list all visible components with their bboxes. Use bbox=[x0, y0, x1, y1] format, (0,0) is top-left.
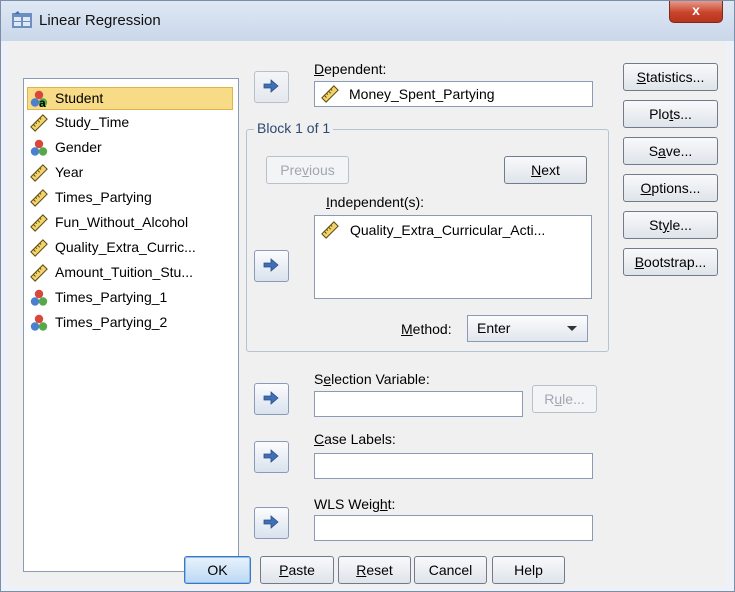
right-arrow-icon bbox=[263, 515, 279, 529]
scale-variable-icon bbox=[30, 239, 48, 257]
variable-item-amount-tuition[interactable]: Amount_Tuition_Stu... bbox=[28, 262, 232, 283]
next-button[interactable]: Next bbox=[504, 156, 587, 184]
variable-item-times-partying[interactable]: Times_Partying bbox=[28, 187, 232, 208]
scale-variable-icon bbox=[30, 189, 48, 207]
plots-button[interactable]: Plots... bbox=[623, 100, 718, 128]
block-title: Block 1 of 1 bbox=[254, 120, 334, 136]
method-label: Method: bbox=[401, 321, 452, 337]
nominal-variable-icon bbox=[30, 289, 48, 307]
dialog-body: a Student Study_Time Gender Year Times_P… bbox=[9, 41, 726, 587]
right-arrow-icon bbox=[263, 79, 279, 93]
move-to-case-labels-button[interactable] bbox=[254, 441, 289, 473]
wls-weight-field[interactable] bbox=[314, 515, 593, 541]
independents-list[interactable]: Quality_Extra_Curricular_Acti... bbox=[314, 215, 592, 299]
case-labels-field[interactable] bbox=[314, 453, 593, 479]
variable-item-times-partying-1[interactable]: Times_Partying_1 bbox=[28, 287, 232, 308]
wls-weight-label: WLS Weight: bbox=[314, 496, 396, 512]
scale-variable-icon bbox=[30, 264, 48, 282]
help-button[interactable]: Help bbox=[492, 556, 565, 584]
variable-item-fun-without-alcohol[interactable]: Fun_Without_Alcohol bbox=[28, 212, 232, 233]
move-to-selection-variable-button[interactable] bbox=[254, 383, 289, 415]
variable-item-year[interactable]: Year bbox=[28, 162, 232, 183]
previous-button[interactable]: Previous bbox=[266, 156, 349, 184]
dialog-title: Linear Regression bbox=[39, 12, 161, 29]
cancel-button[interactable]: Cancel bbox=[414, 556, 487, 584]
move-to-independents-button[interactable] bbox=[254, 250, 289, 282]
right-arrow-icon bbox=[263, 391, 279, 405]
svg-text:a: a bbox=[39, 96, 46, 108]
close-button[interactable]: x bbox=[669, 1, 723, 23]
move-to-dependent-button[interactable] bbox=[254, 71, 289, 103]
chevron-down-icon bbox=[567, 326, 577, 331]
variable-item-study-time[interactable]: Study_Time bbox=[28, 112, 232, 133]
right-arrow-icon bbox=[263, 449, 279, 463]
variable-item-times-partying-2[interactable]: Times_Partying_2 bbox=[28, 312, 232, 333]
variable-item-student[interactable]: a Student bbox=[27, 87, 233, 110]
spss-dialog-icon bbox=[12, 11, 32, 28]
method-select[interactable]: Enter bbox=[467, 315, 588, 342]
bootstrap-button[interactable]: Bootstrap... bbox=[623, 248, 718, 276]
dependent-field[interactable]: Money_Spent_Partying bbox=[314, 81, 593, 107]
title-bar[interactable]: Linear Regression x bbox=[1, 1, 734, 41]
source-variable-list[interactable]: a Student Study_Time Gender Year Times_P… bbox=[23, 78, 239, 572]
nominal-variable-icon bbox=[30, 139, 48, 157]
style-button[interactable]: Style... bbox=[623, 211, 718, 239]
rule-button[interactable]: Rule... bbox=[532, 385, 597, 413]
linear-regression-dialog: Linear Regression x a Student Study_Time… bbox=[0, 0, 735, 592]
scale-variable-icon bbox=[30, 214, 48, 232]
selection-variable-field[interactable] bbox=[314, 391, 523, 417]
string-a-icon: a bbox=[39, 96, 46, 108]
independents-label: Independent(s): bbox=[326, 194, 425, 210]
scale-variable-icon bbox=[30, 164, 48, 182]
right-arrow-icon bbox=[263, 258, 279, 272]
variable-item-gender[interactable]: Gender bbox=[28, 137, 232, 158]
dependent-label: Dependent: bbox=[314, 61, 387, 77]
scale-variable-icon bbox=[321, 85, 339, 103]
options-button[interactable]: Options... bbox=[623, 174, 718, 202]
scale-variable-icon bbox=[321, 221, 339, 239]
reset-button[interactable]: Reset bbox=[338, 556, 411, 584]
variable-item-quality-extra-curric[interactable]: Quality_Extra_Curric... bbox=[28, 237, 232, 258]
ok-button[interactable]: OK bbox=[184, 556, 251, 584]
save-button[interactable]: Save... bbox=[623, 137, 718, 165]
paste-button[interactable]: Paste bbox=[260, 556, 334, 584]
nominal-variable-icon bbox=[30, 314, 48, 332]
selection-variable-label: Selection Variable: bbox=[314, 371, 430, 387]
scale-variable-icon bbox=[30, 114, 48, 132]
move-to-wls-weight-button[interactable] bbox=[254, 507, 289, 539]
statistics-button[interactable]: Statistics... bbox=[623, 63, 718, 91]
independent-item[interactable]: Quality_Extra_Curricular_Acti... bbox=[318, 220, 586, 240]
case-labels-label: Case Labels: bbox=[314, 431, 396, 447]
